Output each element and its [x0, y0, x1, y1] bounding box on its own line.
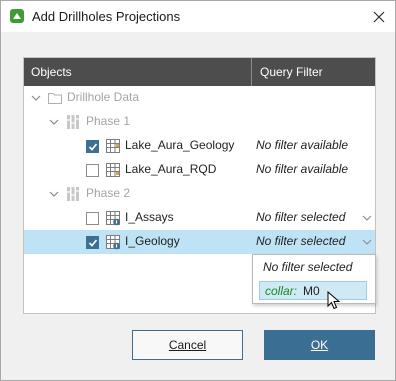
close-icon	[373, 11, 385, 22]
cancel-button[interactable]: Cancel	[132, 330, 243, 360]
chevron-down-icon[interactable]	[362, 238, 372, 246]
tree-label: Lake_Aura_Geology	[125, 138, 235, 152]
checkbox[interactable]	[86, 212, 99, 225]
tree-label: Phase 1	[86, 114, 131, 128]
close-button[interactable]	[363, 1, 395, 32]
header-objects: Objects	[31, 65, 72, 79]
chevron-down-icon[interactable]	[48, 188, 60, 200]
dropdown-option-no-filter[interactable]: No filter selected	[263, 260, 352, 274]
tree-label: Drillhole Data	[67, 90, 140, 104]
tree-row-lake-aura-geology[interactable]: Lake_Aura_Geology No filter available	[24, 134, 375, 158]
tree-row-phase-2[interactable]: Phase 2	[24, 182, 375, 206]
checkbox[interactable]	[86, 140, 99, 153]
tree-label: I_Assays	[125, 210, 174, 224]
drillhole-group-icon	[67, 187, 79, 201]
tree-row-phase-1[interactable]: Phase 1	[24, 110, 375, 134]
query-filter-value: No filter available	[256, 138, 349, 152]
tree-label: Phase 2	[86, 186, 131, 200]
chevron-down-icon[interactable]	[30, 92, 42, 104]
dropdown-option-collar[interactable]: collar: M0	[259, 281, 367, 300]
chevron-down-icon[interactable]	[48, 116, 60, 128]
query-filter-value[interactable]: No filter selected	[256, 210, 345, 224]
table-header: Objects Query Filter	[24, 58, 375, 86]
tree-row-i-assays[interactable]: I_Assays No filter selected	[24, 206, 375, 230]
query-filter-dropdown-list: No filter selected collar: M0	[252, 254, 376, 304]
app-icon	[10, 9, 24, 23]
tree-row-lake-aura-rqd[interactable]: Lake_Aura_RQD No filter available	[24, 158, 375, 182]
tree-row-i-geology[interactable]: I_Geology No filter selected	[24, 230, 375, 254]
tree-row-drillhole-data[interactable]: Drillhole Data	[24, 86, 375, 110]
header-query-filter: Query Filter	[260, 65, 323, 79]
title-bar: Add Drillholes Projections	[1, 1, 395, 32]
tree-label: I_Geology	[125, 234, 180, 248]
imported-table-icon	[106, 235, 120, 250]
option-key: collar:	[265, 284, 298, 298]
checkbox[interactable]	[86, 236, 99, 249]
checkbox[interactable]	[86, 164, 99, 177]
add-drillholes-projections-dialog: Add Drillholes Projections Objects Query…	[0, 0, 396, 381]
window-title: Add Drillholes Projections	[32, 9, 181, 24]
checkmark-icon	[88, 239, 98, 247]
table-icon	[106, 163, 120, 177]
checkmark-icon	[88, 143, 98, 151]
header-divider[interactable]	[251, 58, 252, 86]
option-value: M0	[303, 284, 320, 298]
chevron-down-icon[interactable]	[362, 214, 372, 222]
query-filter-value: No filter available	[256, 162, 349, 176]
folder-icon	[48, 93, 62, 104]
imported-table-icon	[106, 211, 120, 226]
query-filter-combobox[interactable]: No filter selected	[256, 234, 345, 248]
table-icon	[106, 139, 120, 153]
tree-label: Lake_Aura_RQD	[125, 162, 217, 176]
mouse-cursor-icon	[327, 291, 341, 310]
ok-button[interactable]: OK	[264, 330, 375, 360]
drillhole-group-icon	[67, 115, 79, 129]
